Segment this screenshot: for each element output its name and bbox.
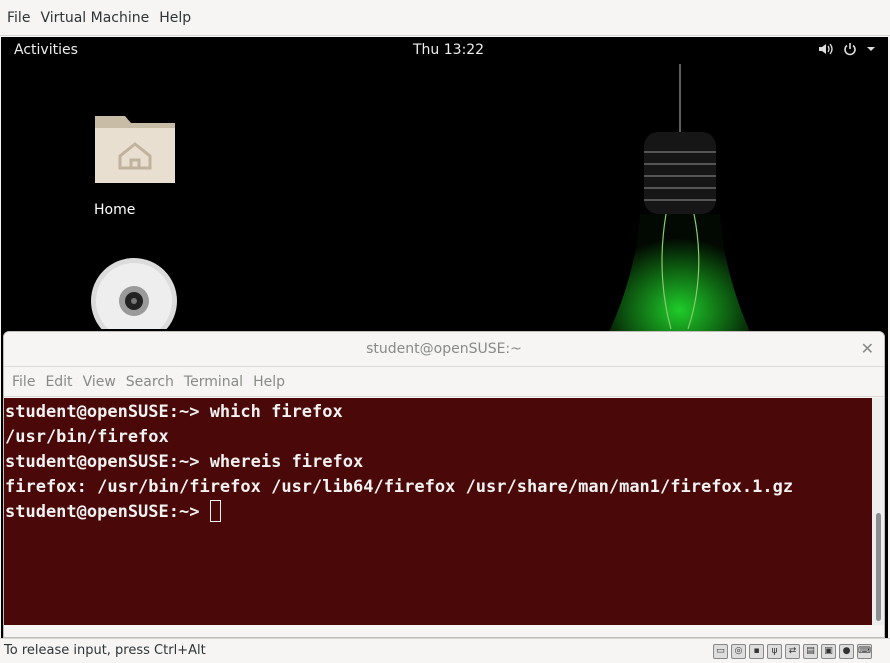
terminal-line: student@openSUSE:~> whereis firefox bbox=[5, 452, 364, 472]
floppy-icon[interactable]: ▪ bbox=[749, 644, 764, 659]
vm-menubar: File Virtual Machine Help bbox=[0, 0, 890, 36]
device-status-icons: ▭ ◎ ▪ ψ ⇄ ▤ ▣ ● ⌨ bbox=[713, 644, 872, 659]
release-input-hint: To release input, press Ctrl+Alt bbox=[4, 643, 206, 658]
terminal-menu-terminal[interactable]: Terminal bbox=[179, 374, 248, 390]
gnome-topbar: Activities Thu 13:22 bbox=[1, 37, 888, 64]
terminal-scrollbar[interactable] bbox=[872, 398, 884, 625]
home-icon-label[interactable]: Home bbox=[94, 202, 135, 218]
shared-folder-icon[interactable]: ▤ bbox=[803, 644, 818, 659]
scrollbar-thumb[interactable] bbox=[876, 513, 881, 621]
terminal-menu-edit[interactable]: Edit bbox=[40, 374, 77, 390]
terminal-line: student@openSUSE:~> which firefox bbox=[5, 402, 343, 422]
activities-button[interactable]: Activities bbox=[14, 42, 78, 58]
wallpaper-lightbulb bbox=[608, 64, 751, 334]
terminal-output[interactable]: student@openSUSE:~> which firefox /usr/b… bbox=[4, 398, 872, 625]
terminal-title: student@openSUSE:~ bbox=[366, 341, 522, 357]
text-cursor bbox=[209, 500, 221, 522]
vm-menu-help[interactable]: Help bbox=[154, 10, 196, 26]
terminal-menu-help[interactable]: Help bbox=[248, 374, 290, 390]
video-capture-icon[interactable]: ● bbox=[839, 644, 854, 659]
vm-menu-file[interactable]: File bbox=[2, 10, 35, 26]
keyboard-capture-icon[interactable]: ⌨ bbox=[857, 644, 872, 659]
terminal-titlebar[interactable]: student@openSUSE:~ ✕ bbox=[4, 332, 884, 367]
chevron-down-icon bbox=[867, 47, 875, 51]
close-icon[interactable]: ✕ bbox=[861, 339, 874, 358]
power-icon bbox=[844, 43, 856, 56]
display-icon[interactable]: ▣ bbox=[821, 644, 836, 659]
guest-display[interactable]: Activities Thu 13:22 Home student@openSU… bbox=[1, 37, 888, 638]
network-icon[interactable]: ⇄ bbox=[785, 644, 800, 659]
terminal-window[interactable]: student@openSUSE:~ ✕ File Edit View Sear… bbox=[3, 331, 885, 638]
terminal-menubar: File Edit View Search Terminal Help bbox=[4, 367, 884, 397]
volume-icon bbox=[819, 43, 833, 55]
terminal-menu-view[interactable]: View bbox=[78, 374, 121, 390]
terminal-line: firefox: /usr/bin/firefox /usr/lib64/fir… bbox=[5, 477, 794, 497]
terminal-prompt-line[interactable]: student@openSUSE:~> bbox=[5, 500, 872, 525]
terminal-menu-search[interactable]: Search bbox=[121, 374, 179, 390]
vm-menu-virtual-machine[interactable]: Virtual Machine bbox=[35, 10, 154, 26]
vm-status-bar: To release input, press Ctrl+Alt ▭ ◎ ▪ ψ… bbox=[0, 638, 890, 663]
clock[interactable]: Thu 13:22 bbox=[413, 42, 484, 58]
terminal-menu-file[interactable]: File bbox=[7, 374, 40, 390]
home-folder-icon[interactable] bbox=[93, 112, 177, 184]
terminal-prompt: student@openSUSE:~> bbox=[5, 502, 210, 522]
usb-icon[interactable]: ψ bbox=[767, 644, 782, 659]
system-status-area[interactable] bbox=[818, 42, 876, 56]
hard-disk-icon[interactable]: ▭ bbox=[713, 644, 728, 659]
cd-icon[interactable]: ◎ bbox=[731, 644, 746, 659]
optical-disc-icon[interactable] bbox=[90, 257, 180, 329]
terminal-line: /usr/bin/firefox bbox=[5, 427, 169, 447]
